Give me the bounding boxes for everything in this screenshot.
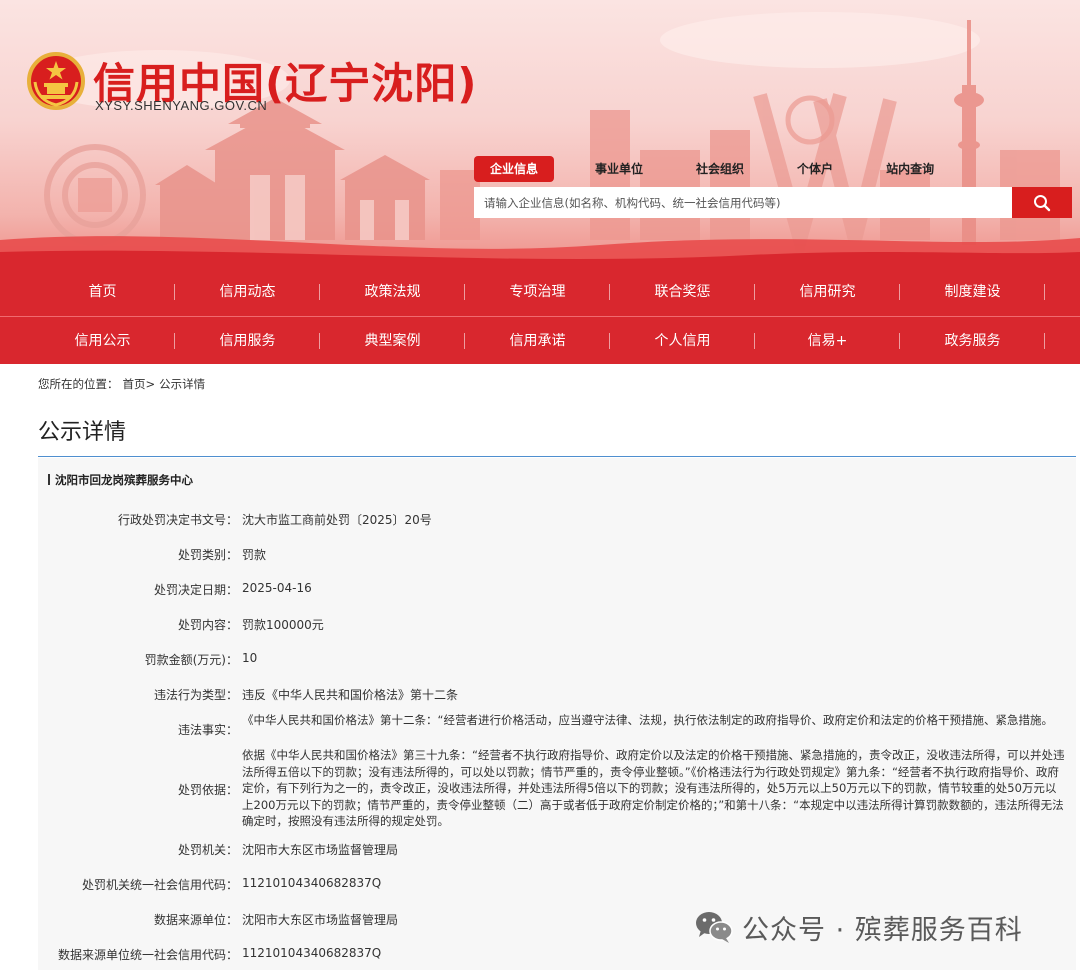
search-input[interactable] (474, 187, 1012, 218)
city-skyline-illustration (0, 12, 1080, 268)
field-label-fine-amount: 罚款金额(万元)： (144, 653, 238, 667)
nav-item-typical-cases[interactable]: 典型案例 (320, 317, 465, 365)
nav-item-personal-credit[interactable]: 个人信用 (610, 317, 755, 365)
field-label-penalty-basis: 处罚依据： (177, 783, 238, 797)
nav-row-2: 信用公示 信用服务 典型案例 信用承诺 个人信用 信易+ 政务服务 (30, 317, 1080, 365)
site-domain: XYSY.SHENYANG.GOV.CN (95, 98, 268, 113)
nav-item-credit-news[interactable]: 信用动态 (175, 268, 320, 316)
tab-individual-business[interactable]: 个体户 (781, 156, 849, 182)
entity-name-text: 沈阳市回龙岗殡葬服务中心 (55, 473, 193, 487)
tab-public-institution[interactable]: 事业单位 (579, 156, 659, 182)
main-navigation: 首页 信用动态 政策法规 专项治理 联合奖惩 信用研究 制度建设 信用公示 信用… (0, 268, 1080, 364)
watermark-text: 公众号 · 殡葬服务百科 (742, 914, 1023, 946)
nav-item-home[interactable]: 首页 (30, 268, 175, 316)
nav-row-1: 首页 信用动态 政策法规 专项治理 联合奖惩 信用研究 制度建设 (30, 268, 1080, 316)
field-label-source-credit-code: 数据来源单位统一社会信用代码： (57, 948, 238, 962)
breadcrumb: 您所在的位置： 首页> 公示详情 (38, 376, 209, 392)
nav-item-credit-research[interactable]: 信用研究 (755, 268, 900, 316)
field-value-violation-type: 违反《中华人民共和国价格法》第十二条 (242, 688, 459, 702)
search-icon (1034, 194, 1051, 211)
field-value-penalty-basis: 依据《中华人民共和国价格法》第三十九条：“经营者不执行政府指导价、政府定价以及法… (242, 748, 1065, 828)
search-category-tabs: 企业信息 事业单位 社会组织 个体户 站内查询 (474, 156, 971, 182)
field-label-decision-number: 行政处罚决定书文号： (117, 513, 238, 527)
entity-name: 沈阳市回龙岗殡葬服务中心 (48, 472, 193, 488)
title-divider (38, 456, 1076, 457)
field-label-decision-date: 处罚决定日期： (153, 583, 238, 597)
field-value-authority-credit-code: 11210104340682837Q (242, 876, 382, 890)
nav-item-credit-commitment[interactable]: 信用承诺 (465, 317, 610, 365)
field-value-penalty-content: 罚款100000元 (242, 618, 324, 632)
field-label-penalty-category: 处罚类别： (177, 548, 238, 562)
tab-site-search[interactable]: 站内查询 (870, 156, 950, 182)
field-value-decision-number: 沈大市监工商前处罚〔2025〕20号 (242, 513, 432, 527)
breadcrumb-home-link[interactable]: 首页> (123, 377, 156, 391)
field-label-authority-credit-code: 处罚机关统一社会信用代码： (81, 878, 238, 892)
field-label-violation-facts: 违法事实： (177, 723, 238, 737)
field-label-data-source: 数据来源单位： (153, 913, 238, 927)
field-value-fine-amount: 10 (242, 651, 258, 665)
tab-enterprise-info[interactable]: 企业信息 (474, 156, 555, 182)
breadcrumb-prefix: 您所在的位置： (38, 377, 119, 391)
breadcrumb-current: 公示详情 (159, 377, 206, 391)
field-value-decision-date: 2025-04-16 (242, 581, 312, 595)
nav-item-joint-rewards[interactable]: 联合奖惩 (610, 268, 755, 316)
header-banner: 信用中国(辽宁沈阳) XYSY.SHENYANG.GOV.CN 企业信息 事业单… (0, 0, 1080, 268)
field-value-penalty-authority: 沈阳市大东区市场监督管理局 (242, 843, 399, 857)
tab-social-organization[interactable]: 社会组织 (680, 156, 760, 182)
national-emblem-icon (27, 52, 85, 110)
wechat-icon (696, 912, 733, 943)
wechat-watermark: 公众号 · 殡葬服务百科 (694, 905, 1023, 949)
field-value-violation-facts: 《中华人民共和国价格法》第十二条：“经营者进行价格活动，应当遵守法律、法规，执行… (242, 713, 1053, 727)
field-value-source-credit-code: 11210104340682837Q (242, 946, 382, 960)
search-button[interactable] (1012, 187, 1072, 218)
page-title: 公示详情 (38, 420, 127, 445)
field-label-penalty-authority: 处罚机关： (177, 843, 238, 857)
nav-item-government-services[interactable]: 政务服务 (900, 317, 1045, 365)
nav-item-credit-services[interactable]: 信用服务 (175, 317, 320, 365)
field-value-data-source: 沈阳市大东区市场监督管理局 (242, 913, 399, 927)
nav-item-credit-disclosure[interactable]: 信用公示 (30, 317, 175, 365)
field-label-violation-type: 违法行为类型： (153, 688, 238, 702)
nav-item-system-building[interactable]: 制度建设 (900, 268, 1045, 316)
search-bar (474, 187, 1072, 218)
nav-item-special-governance[interactable]: 专项治理 (465, 268, 610, 316)
nav-item-policy[interactable]: 政策法规 (320, 268, 465, 316)
nav-item-xinyi-plus[interactable]: 信易+ (755, 317, 900, 365)
entity-marker (48, 474, 50, 485)
field-label-penalty-content: 处罚内容： (177, 618, 238, 632)
field-value-penalty-category: 罚款 (242, 548, 267, 562)
